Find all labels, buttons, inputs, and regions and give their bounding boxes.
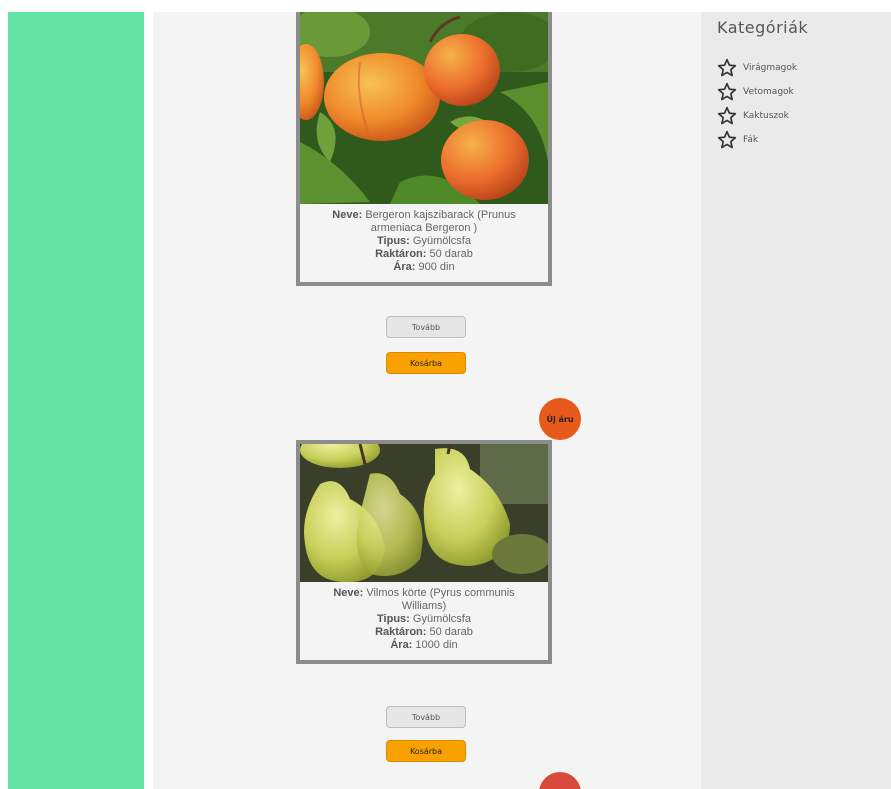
stock-label: Raktáron: bbox=[375, 626, 427, 638]
category-label[interactable]: Vetomagok bbox=[743, 87, 794, 97]
product-info: Neve: Bergeron kajszibarack (Prunus arme… bbox=[300, 204, 548, 282]
category-list: Virágmagok Vetomagok Kaktuszok Fák bbox=[717, 56, 797, 152]
new-item-badge: Új áru bbox=[539, 398, 581, 440]
product-card: Neve: Vilmos körte (Pyrus communis Willi… bbox=[296, 440, 552, 762]
name-label: Neve: bbox=[333, 587, 364, 599]
category-item-kaktuszok[interactable]: Kaktuszok bbox=[717, 104, 797, 128]
category-label[interactable]: Virágmagok bbox=[743, 63, 797, 73]
product-info: Neve: Vilmos körte (Pyrus communis Willi… bbox=[300, 582, 548, 660]
product-name: Bergeron kajszibarack (Prunus armeniaca … bbox=[365, 209, 516, 234]
category-item-vetomagok[interactable]: Vetomagok bbox=[717, 80, 797, 104]
category-label[interactable]: Fák bbox=[743, 135, 758, 145]
star-outline-icon bbox=[717, 106, 737, 125]
product-name: Vilmos körte (Pyrus communis Williams) bbox=[366, 587, 515, 612]
product-price: 900 din bbox=[418, 261, 455, 273]
price-label: Ára: bbox=[393, 261, 416, 273]
product-price: 1000 din bbox=[415, 639, 458, 651]
product-type: Gyümölcsfa bbox=[412, 613, 471, 625]
more-button[interactable]: Tovább bbox=[386, 316, 466, 338]
sidebar-title: Kategóriák bbox=[717, 18, 809, 37]
product-image-apricot bbox=[300, 12, 548, 204]
category-item-viragmagok[interactable]: Virágmagok bbox=[717, 56, 797, 80]
price-label: Ára: bbox=[390, 639, 413, 651]
product-list: Neve: Bergeron kajszibarack (Prunus arme… bbox=[153, 12, 701, 789]
left-green-bar bbox=[8, 12, 144, 789]
product-stock: 50 darab bbox=[429, 248, 473, 260]
product-stock: 50 darab bbox=[429, 626, 473, 638]
product-type: Gyümölcsfa bbox=[412, 235, 471, 247]
category-sidebar: Kategóriák Virágmagok Vetomagok Kaktuszo… bbox=[701, 12, 891, 789]
star-outline-icon bbox=[717, 58, 737, 77]
category-label[interactable]: Kaktuszok bbox=[743, 111, 789, 121]
name-label: Neve: bbox=[332, 209, 363, 221]
add-to-cart-button[interactable]: Kosárba bbox=[386, 740, 466, 762]
type-label: Tipus: bbox=[377, 613, 410, 625]
stock-label: Raktáron: bbox=[375, 248, 427, 260]
add-to-cart-button[interactable]: Kosárba bbox=[386, 352, 466, 374]
product-image-pear bbox=[300, 444, 548, 582]
product-frame: Neve: Bergeron kajszibarack (Prunus arme… bbox=[296, 12, 552, 286]
next-badge-partial bbox=[539, 772, 581, 789]
category-item-fak[interactable]: Fák bbox=[717, 128, 797, 152]
product-frame: Neve: Vilmos körte (Pyrus communis Willi… bbox=[296, 440, 552, 664]
star-outline-icon bbox=[717, 82, 737, 101]
type-label: Tipus: bbox=[377, 235, 410, 247]
more-button[interactable]: Tovább bbox=[386, 706, 466, 728]
star-outline-icon bbox=[717, 130, 737, 149]
gap-strip bbox=[144, 12, 153, 789]
product-card: Neve: Bergeron kajszibarack (Prunus arme… bbox=[296, 12, 552, 374]
